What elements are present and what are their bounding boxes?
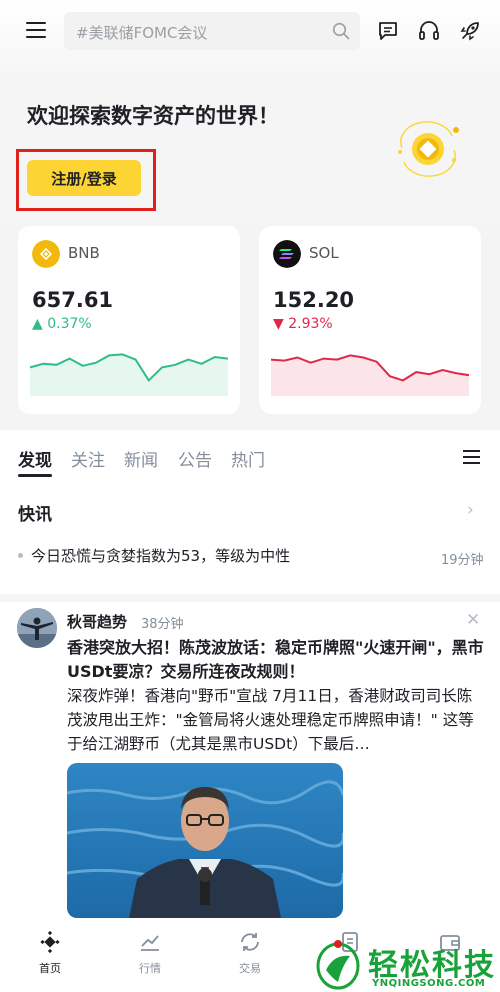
nav-trade[interactable]: 交易	[220, 930, 280, 976]
search-placeholder: #美联储FOMC会议	[76, 24, 208, 42]
nav-label: 交易	[239, 962, 261, 975]
coin-price: 657.61	[32, 288, 114, 312]
menu-icon[interactable]	[26, 22, 46, 40]
tab-announcements[interactable]: 公告	[178, 446, 212, 471]
coin-symbol: SOL	[309, 244, 339, 262]
tab-news[interactable]: 新闻	[124, 446, 158, 471]
home-icon	[40, 930, 60, 954]
close-icon[interactable]: ✕	[466, 610, 480, 630]
coin-change: ▼ 2.93%	[273, 316, 333, 332]
nav-label: 首页	[39, 962, 61, 975]
register-login-button[interactable]: 注册/登录	[27, 160, 141, 196]
nav-markets[interactable]: 行情	[120, 930, 180, 976]
search-icon	[332, 22, 350, 40]
post-image[interactable]	[67, 763, 343, 918]
watermark-logo-icon	[316, 940, 360, 990]
sparkline-area	[30, 354, 228, 396]
post-title[interactable]: 香港突放大招！陈茂波放话：稳定币牌照"火速开闸"，黑市USDt要凉？交易所连夜改…	[67, 636, 487, 684]
coin-illustration-icon	[398, 121, 459, 177]
markets-icon	[141, 935, 159, 951]
welcome-title: 欢迎探索数字资产的世界！	[27, 104, 279, 128]
nav-label: 行情	[139, 962, 161, 975]
section-divider	[0, 594, 500, 602]
coin-change: ▲ 0.37%	[32, 316, 92, 332]
post-body[interactable]: 深夜炸弹！香港向"野币"宣战 7月11日，香港财政司司长陈茂波甩出王炸："金管局…	[67, 684, 487, 756]
market-card-sol[interactable]: SOL 152.20 ▼ 2.93%	[259, 226, 481, 414]
rocket-icon[interactable]	[459, 20, 481, 42]
sparkline-chart	[30, 353, 228, 396]
coin-price: 152.20	[273, 288, 355, 312]
market-card-bnb[interactable]: BNB 657.61 ▲ 0.37%	[18, 226, 240, 414]
site-watermark: 轻松科技 YNQINGSONG.COM	[312, 936, 500, 992]
sol-logo-icon	[273, 240, 301, 268]
sparkline-area	[271, 355, 469, 396]
sparkline-chart	[271, 354, 469, 396]
active-tab-indicator	[18, 474, 52, 477]
search-input[interactable]: #美联储FOMC会议	[64, 12, 360, 50]
bnb-logo-icon	[32, 240, 60, 268]
nav-home[interactable]: 首页	[20, 930, 80, 976]
tab-hot[interactable]: 热门	[231, 446, 265, 471]
bullet-dot	[18, 553, 23, 558]
tab-discover[interactable]: 发现	[18, 446, 52, 471]
top-bar: #美联储FOMC会议	[0, 0, 500, 64]
chevron-right-icon[interactable]: ›	[467, 500, 474, 520]
watermark-subtext: YNQINGSONG.COM	[372, 978, 486, 989]
flash-news-time: 19分钟	[441, 553, 484, 568]
trade-icon	[241, 933, 259, 951]
post-author[interactable]: 秋哥趋势	[67, 611, 127, 632]
flash-news-item[interactable]: 今日恐慌与贪婪指数为53，等级为中性	[31, 545, 290, 566]
message-icon[interactable]	[377, 20, 399, 42]
tab-following[interactable]: 关注	[71, 446, 105, 471]
flash-news-title: 快讯	[18, 505, 52, 525]
post-time: 38分钟	[141, 617, 184, 632]
avatar[interactable]	[17, 608, 57, 648]
headset-icon[interactable]	[418, 20, 440, 42]
list-menu-icon[interactable]	[463, 450, 480, 464]
coin-symbol: BNB	[68, 244, 100, 262]
